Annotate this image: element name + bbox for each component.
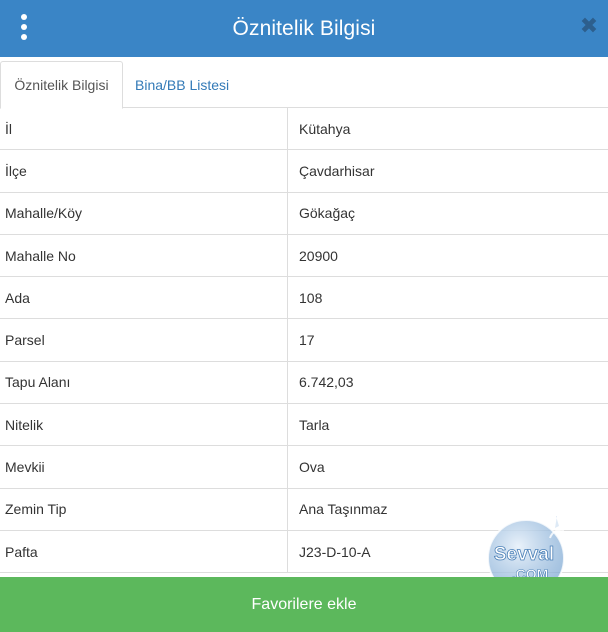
attribute-key: Pafta bbox=[0, 530, 288, 573]
table-row: Mahalle/Köy Gökağaç bbox=[0, 192, 608, 235]
table-row: Pafta J23-D-10-A bbox=[0, 530, 608, 574]
attribute-value: Gökağaç bbox=[299, 205, 356, 222]
kebab-menu-icon[interactable] bbox=[14, 12, 34, 42]
attribute-key: İlçe bbox=[0, 150, 288, 192]
attribute-key: Zemin Tip bbox=[0, 488, 288, 530]
table-row: Zemin Tip Ana Taşınmaz bbox=[0, 488, 608, 531]
attribute-key: Tapu Alanı bbox=[0, 361, 288, 404]
tab-bina-bb-listesi[interactable]: Bina/BB Listesi bbox=[124, 61, 240, 109]
table-row: Nitelik Tarla bbox=[0, 404, 608, 447]
attribute-value: Ova bbox=[299, 459, 325, 476]
attribute-value: J23-D-10-A bbox=[299, 543, 371, 560]
tab-bar: Öznitelik Bilgisi Bina/BB Listesi bbox=[0, 57, 608, 109]
attribute-key: Mahalle/Köy bbox=[0, 192, 288, 234]
attribute-value: 20900 bbox=[299, 247, 338, 264]
tab-oznitelik-bilgisi[interactable]: Öznitelik Bilgisi bbox=[0, 61, 123, 109]
attribute-value: Ana Taşınmaz bbox=[299, 501, 388, 518]
table-row: Mahalle No 20900 bbox=[0, 234, 608, 278]
attribute-key: Parsel bbox=[0, 319, 288, 361]
attribute-key: Mevkii bbox=[0, 446, 288, 488]
table-row: Parsel 17 bbox=[0, 319, 608, 362]
attribute-key: Mahalle No bbox=[0, 234, 288, 277]
header-bar: Öznitelik Bilgisi ✖ bbox=[0, 0, 608, 57]
attribute-value: 108 bbox=[299, 289, 323, 306]
attribute-key: Ada bbox=[0, 277, 288, 319]
attribute-key: İl bbox=[0, 108, 288, 150]
attribute-value: 17 bbox=[299, 332, 315, 349]
attribute-table: İl Kütahya İlçe Çavdarhisar Mahalle/Köy … bbox=[0, 108, 608, 574]
attribute-key: Nitelik bbox=[0, 404, 288, 446]
attribute-value: Çavdarhisar bbox=[299, 162, 375, 179]
table-row: Tapu Alanı 6.742,03 bbox=[0, 361, 608, 405]
table-row: İl Kütahya bbox=[0, 108, 608, 151]
close-icon[interactable]: ✖ bbox=[578, 13, 600, 39]
table-row: Mevkii Ova bbox=[0, 446, 608, 489]
table-row: Ada 108 bbox=[0, 277, 608, 320]
attribute-value: Kütahya bbox=[299, 120, 351, 137]
add-to-favorites-button[interactable]: Favorilere ekle bbox=[0, 577, 608, 632]
table-row: İlçe Çavdarhisar bbox=[0, 150, 608, 193]
attribute-value: 6.742,03 bbox=[299, 374, 354, 391]
attribute-value: Tarla bbox=[299, 416, 330, 433]
page-title: Öznitelik Bilgisi bbox=[232, 16, 376, 40]
